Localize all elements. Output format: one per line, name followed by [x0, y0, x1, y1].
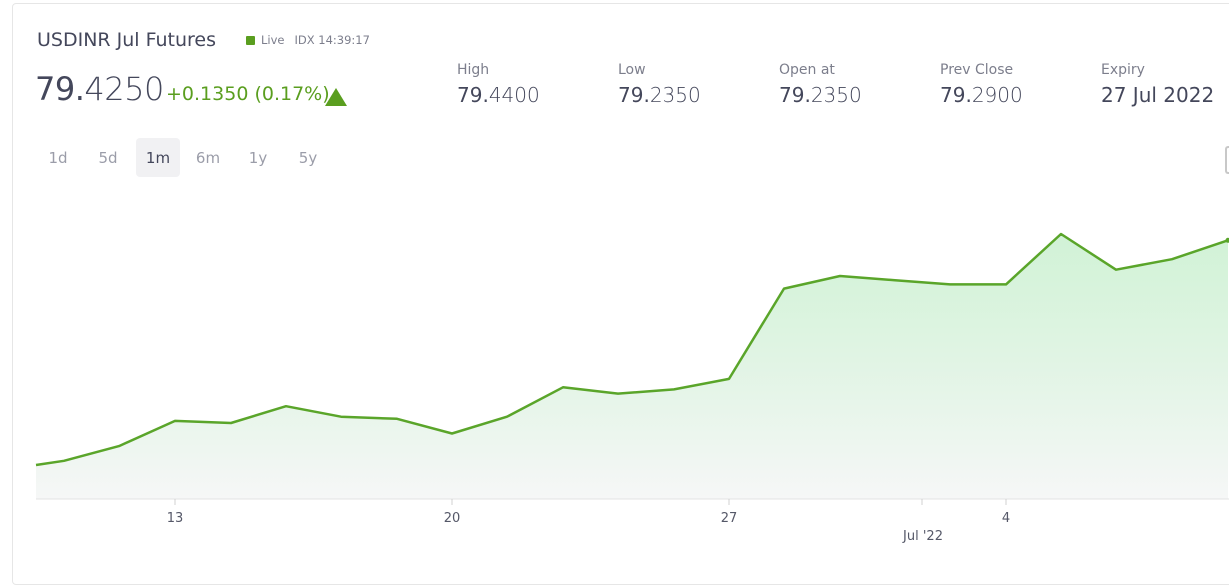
price-chart: 13 20 27 4 Jul '22 — [0, 0, 1229, 571]
x-month-label: Jul '22 — [902, 529, 943, 544]
x-tick-label: 13 — [167, 511, 184, 526]
x-tick-label: 27 — [721, 511, 738, 526]
x-tick-label: 20 — [444, 511, 461, 526]
price-area-fill — [36, 234, 1228, 499]
x-tick-label: 4 — [1002, 511, 1010, 526]
